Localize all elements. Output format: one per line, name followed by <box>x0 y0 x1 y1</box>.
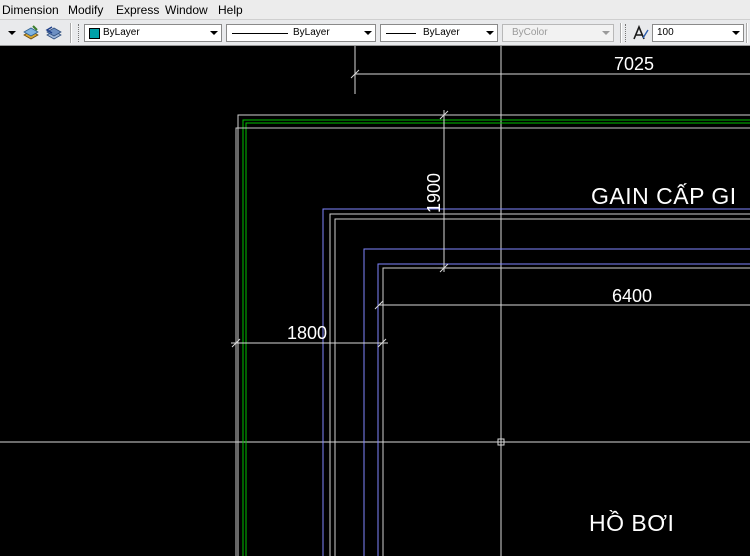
chevron-down-icon <box>486 31 494 35</box>
menu-express[interactable]: Express <box>116 3 159 17</box>
layer-states-icon[interactable] <box>22 25 40 41</box>
toolbar-separator <box>70 23 72 43</box>
menu-help[interactable]: Help <box>218 3 243 17</box>
chevron-down-icon <box>364 31 372 35</box>
menu-bar: Dimension Modify Express Window Help <box>0 0 750 20</box>
chevron-down-icon <box>602 31 610 35</box>
linetype-dropdown[interactable]: ByLayer <box>226 24 376 42</box>
pool-edge-blue-2 <box>363 248 750 556</box>
lineweight-preview <box>386 33 416 34</box>
color-dropdown[interactable]: ByLayer <box>84 24 222 42</box>
pool-edge-white-2 <box>334 218 750 556</box>
lineweight-dropdown[interactable]: ByLayer <box>380 24 498 42</box>
layer-previous-icon[interactable] <box>44 25 62 41</box>
dimension-text: 7025 <box>614 54 654 74</box>
chevron-down-icon[interactable] <box>8 31 16 35</box>
chevron-down-icon <box>732 31 740 35</box>
chevron-down-icon <box>210 31 218 35</box>
linetype-preview <box>232 33 288 34</box>
plotstyle-value: ByColor <box>512 27 548 38</box>
annotation-scale-icon[interactable] <box>632 24 650 42</box>
dimension-text: 1900 <box>424 173 444 213</box>
pool-edge-white-3 <box>382 267 750 556</box>
annotation-scale-dropdown[interactable]: 100 <box>652 24 744 42</box>
lineweight-value: ByLayer <box>423 27 460 38</box>
dimension-text: 6400 <box>612 286 652 306</box>
pool-edge-white <box>329 213 750 556</box>
menu-modify[interactable]: Modify <box>68 3 103 17</box>
toolbar-grip[interactable] <box>78 24 81 42</box>
toolbar-separator <box>620 23 622 43</box>
color-value: ByLayer <box>103 27 140 38</box>
drawing-label: GAIN CẤP GI <box>591 182 737 209</box>
dimension-text: 1800 <box>287 323 327 343</box>
toolbar-grip[interactable] <box>625 24 628 42</box>
toolbar-separator <box>746 23 748 43</box>
plotstyle-dropdown[interactable]: ByColor <box>502 24 614 42</box>
drawing-area[interactable]: 7025 1900 6400 1800 GAIN CẤP GI HỒ BƠI <box>0 46 750 556</box>
drawing-canvas[interactable]: 7025 1900 6400 1800 GAIN CẤP GI HỒ BƠI <box>0 46 750 556</box>
annotation-scale-value: 100 <box>657 27 674 38</box>
drawing-label: HỒ BƠI <box>589 509 674 536</box>
menu-window[interactable]: Window <box>165 3 208 17</box>
pool-edge-blue <box>322 208 750 556</box>
pool-edge-blue-3 <box>377 263 750 556</box>
color-swatch <box>89 28 100 39</box>
properties-toolbar: ByLayer ByLayer ByLayer ByColor 100 <box>0 20 750 46</box>
linetype-value: ByLayer <box>293 27 330 38</box>
menu-dimension[interactable]: Dimension <box>2 3 59 17</box>
